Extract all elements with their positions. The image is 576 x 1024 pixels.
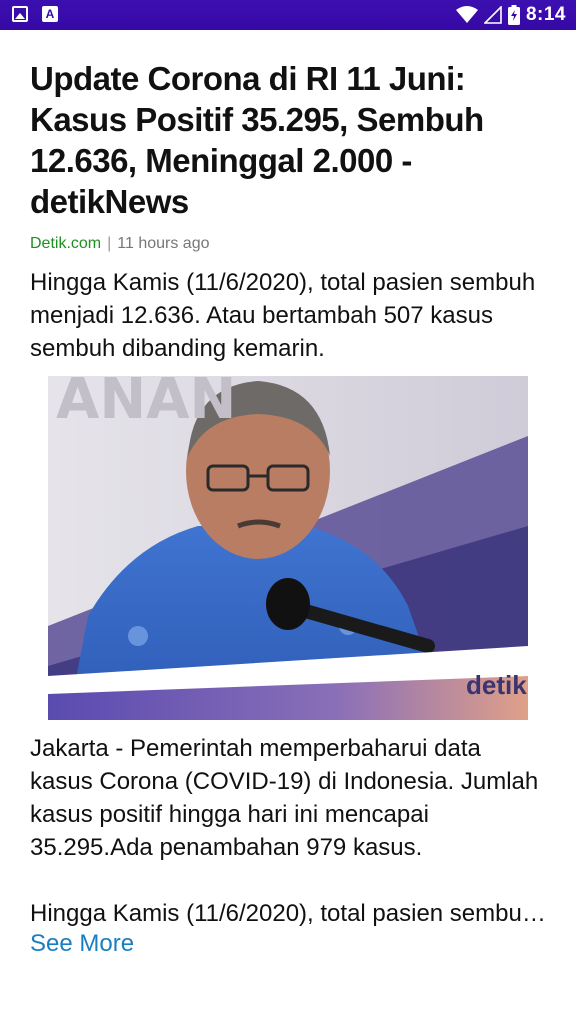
battery-icon — [507, 5, 520, 25]
status-bar-system: 8:14 — [455, 4, 566, 26]
article-summary: Hingga Kamis (11/6/2020), total pasien s… — [30, 269, 536, 362]
article-source[interactable]: Detik.com — [30, 235, 101, 252]
article-title[interactable]: Update Corona di RI 11 Juni: Kasus Posit… — [30, 58, 550, 222]
see-more-link[interactable]: See More — [30, 927, 134, 960]
article-image[interactable]: ANAN detik — [48, 376, 528, 720]
gallery-icon — [12, 6, 28, 22]
wifi-icon — [455, 6, 478, 23]
article-meta: Detik.com | 11 hours ago — [30, 234, 210, 254]
article-body-truncated: Hingga Kamis (11/6/2020), total pasien s… — [30, 900, 546, 927]
signal-icon — [483, 6, 502, 24]
status-bar: A 8:14 — [0, 0, 576, 30]
article-body: Jakarta - Pemerintah memperbaharui data … — [30, 735, 539, 861]
article-published-time: 11 hours ago — [117, 235, 210, 252]
article-photo: ANAN detik — [48, 376, 528, 720]
backdrop-text: ANAN — [56, 376, 236, 432]
status-bar-notifications: A — [12, 6, 58, 22]
clock: 8:14 — [525, 4, 566, 25]
font-icon: A — [42, 6, 58, 22]
meta-separator: | — [107, 235, 112, 252]
detik-watermark: detik — [466, 670, 527, 700]
